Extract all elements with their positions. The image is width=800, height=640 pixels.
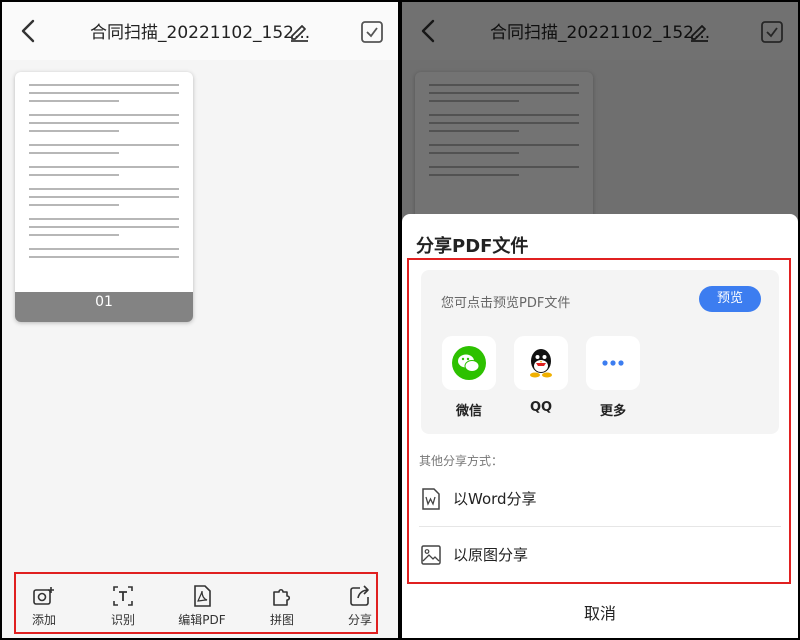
puzzle-icon bbox=[273, 588, 291, 606]
wechat-share-button[interactable]: 微信 bbox=[441, 336, 497, 419]
pdf-edit-icon bbox=[194, 585, 211, 607]
puzzle-button[interactable]: 拼图 bbox=[254, 578, 310, 632]
bottom-toolbar: 添加 识别 编辑PDF 拼图 分享 bbox=[14, 572, 378, 634]
edit-pdf-button[interactable]: 编辑PDF bbox=[174, 578, 230, 632]
text-recognize-icon bbox=[113, 586, 133, 606]
share-as-word-label: 以Word分享 bbox=[453, 490, 537, 508]
cancel-button[interactable]: 取消 bbox=[402, 600, 798, 624]
qq-icon bbox=[530, 349, 552, 378]
qq-label: QQ bbox=[529, 400, 553, 415]
camera-add-icon bbox=[33, 587, 54, 605]
back-arrow-icon[interactable] bbox=[18, 18, 40, 44]
add-button[interactable]: 添加 bbox=[16, 578, 72, 632]
share-bottom-sheet: 分享PDF文件 您可点击预览PDF文件 预览 微信 QQ 更多 其他分享方式： … bbox=[402, 214, 798, 638]
qq-share-button[interactable]: QQ bbox=[513, 336, 569, 415]
recognize-label: 识别 bbox=[110, 613, 135, 627]
document-view-screen: 合同扫描_20221102_152... 01 添加 识别 编辑PDF 拼图 分… bbox=[2, 2, 398, 638]
edit-pencil-icon[interactable] bbox=[288, 20, 310, 42]
document-page-thumbnail[interactable]: 01 bbox=[15, 72, 193, 322]
share-as-image-label: 以原图分享 bbox=[453, 546, 529, 564]
wechat-label: 微信 bbox=[455, 404, 482, 419]
share-options-box: 您可点击预览PDF文件 预览 微信 QQ 更多 其他分享方式： 以Word分享 … bbox=[407, 258, 791, 584]
wechat-icon bbox=[452, 346, 486, 380]
share-sheet-title: 分享PDF文件 bbox=[416, 236, 529, 257]
page-number: 01 bbox=[95, 294, 113, 310]
preview-hint: 您可点击预览PDF文件 bbox=[441, 296, 571, 311]
recognize-button[interactable]: 识别 bbox=[95, 578, 151, 632]
share-dialog-screen: 合同扫描_20221102_152... 分享PDF文件 您可点击预览PDF文件… bbox=[402, 2, 798, 638]
preview-button[interactable]: 预览 bbox=[699, 286, 761, 312]
image-icon bbox=[421, 545, 441, 565]
wechat-tile bbox=[442, 336, 496, 390]
document-text-lines bbox=[29, 84, 179, 264]
more-tile bbox=[586, 336, 640, 390]
share-icon bbox=[350, 585, 369, 606]
select-checkbox-icon[interactable] bbox=[360, 20, 384, 44]
other-share-methods-label: 其他分享方式： bbox=[419, 454, 504, 468]
share-card: 您可点击预览PDF文件 预览 微信 QQ 更多 bbox=[421, 270, 779, 434]
share-as-image-option[interactable]: 以原图分享 bbox=[409, 528, 789, 584]
add-label: 添加 bbox=[31, 613, 56, 627]
share-button[interactable]: 分享 bbox=[332, 578, 388, 632]
share-label: 分享 bbox=[347, 613, 372, 627]
word-file-icon bbox=[422, 488, 440, 510]
more-icon bbox=[602, 360, 624, 366]
share-as-word-option[interactable]: 以Word分享 bbox=[409, 472, 789, 528]
option-divider bbox=[419, 526, 781, 527]
more-label: 更多 bbox=[599, 404, 626, 419]
edit-pdf-label: 编辑PDF bbox=[178, 613, 226, 627]
page-number-overlay: 01 bbox=[15, 292, 193, 322]
document-title: 合同扫描_20221102_152... bbox=[90, 23, 311, 43]
top-bar: 合同扫描_20221102_152... bbox=[2, 2, 398, 60]
qq-tile bbox=[514, 336, 568, 390]
puzzle-label: 拼图 bbox=[269, 613, 294, 627]
more-share-button[interactable]: 更多 bbox=[585, 336, 641, 419]
